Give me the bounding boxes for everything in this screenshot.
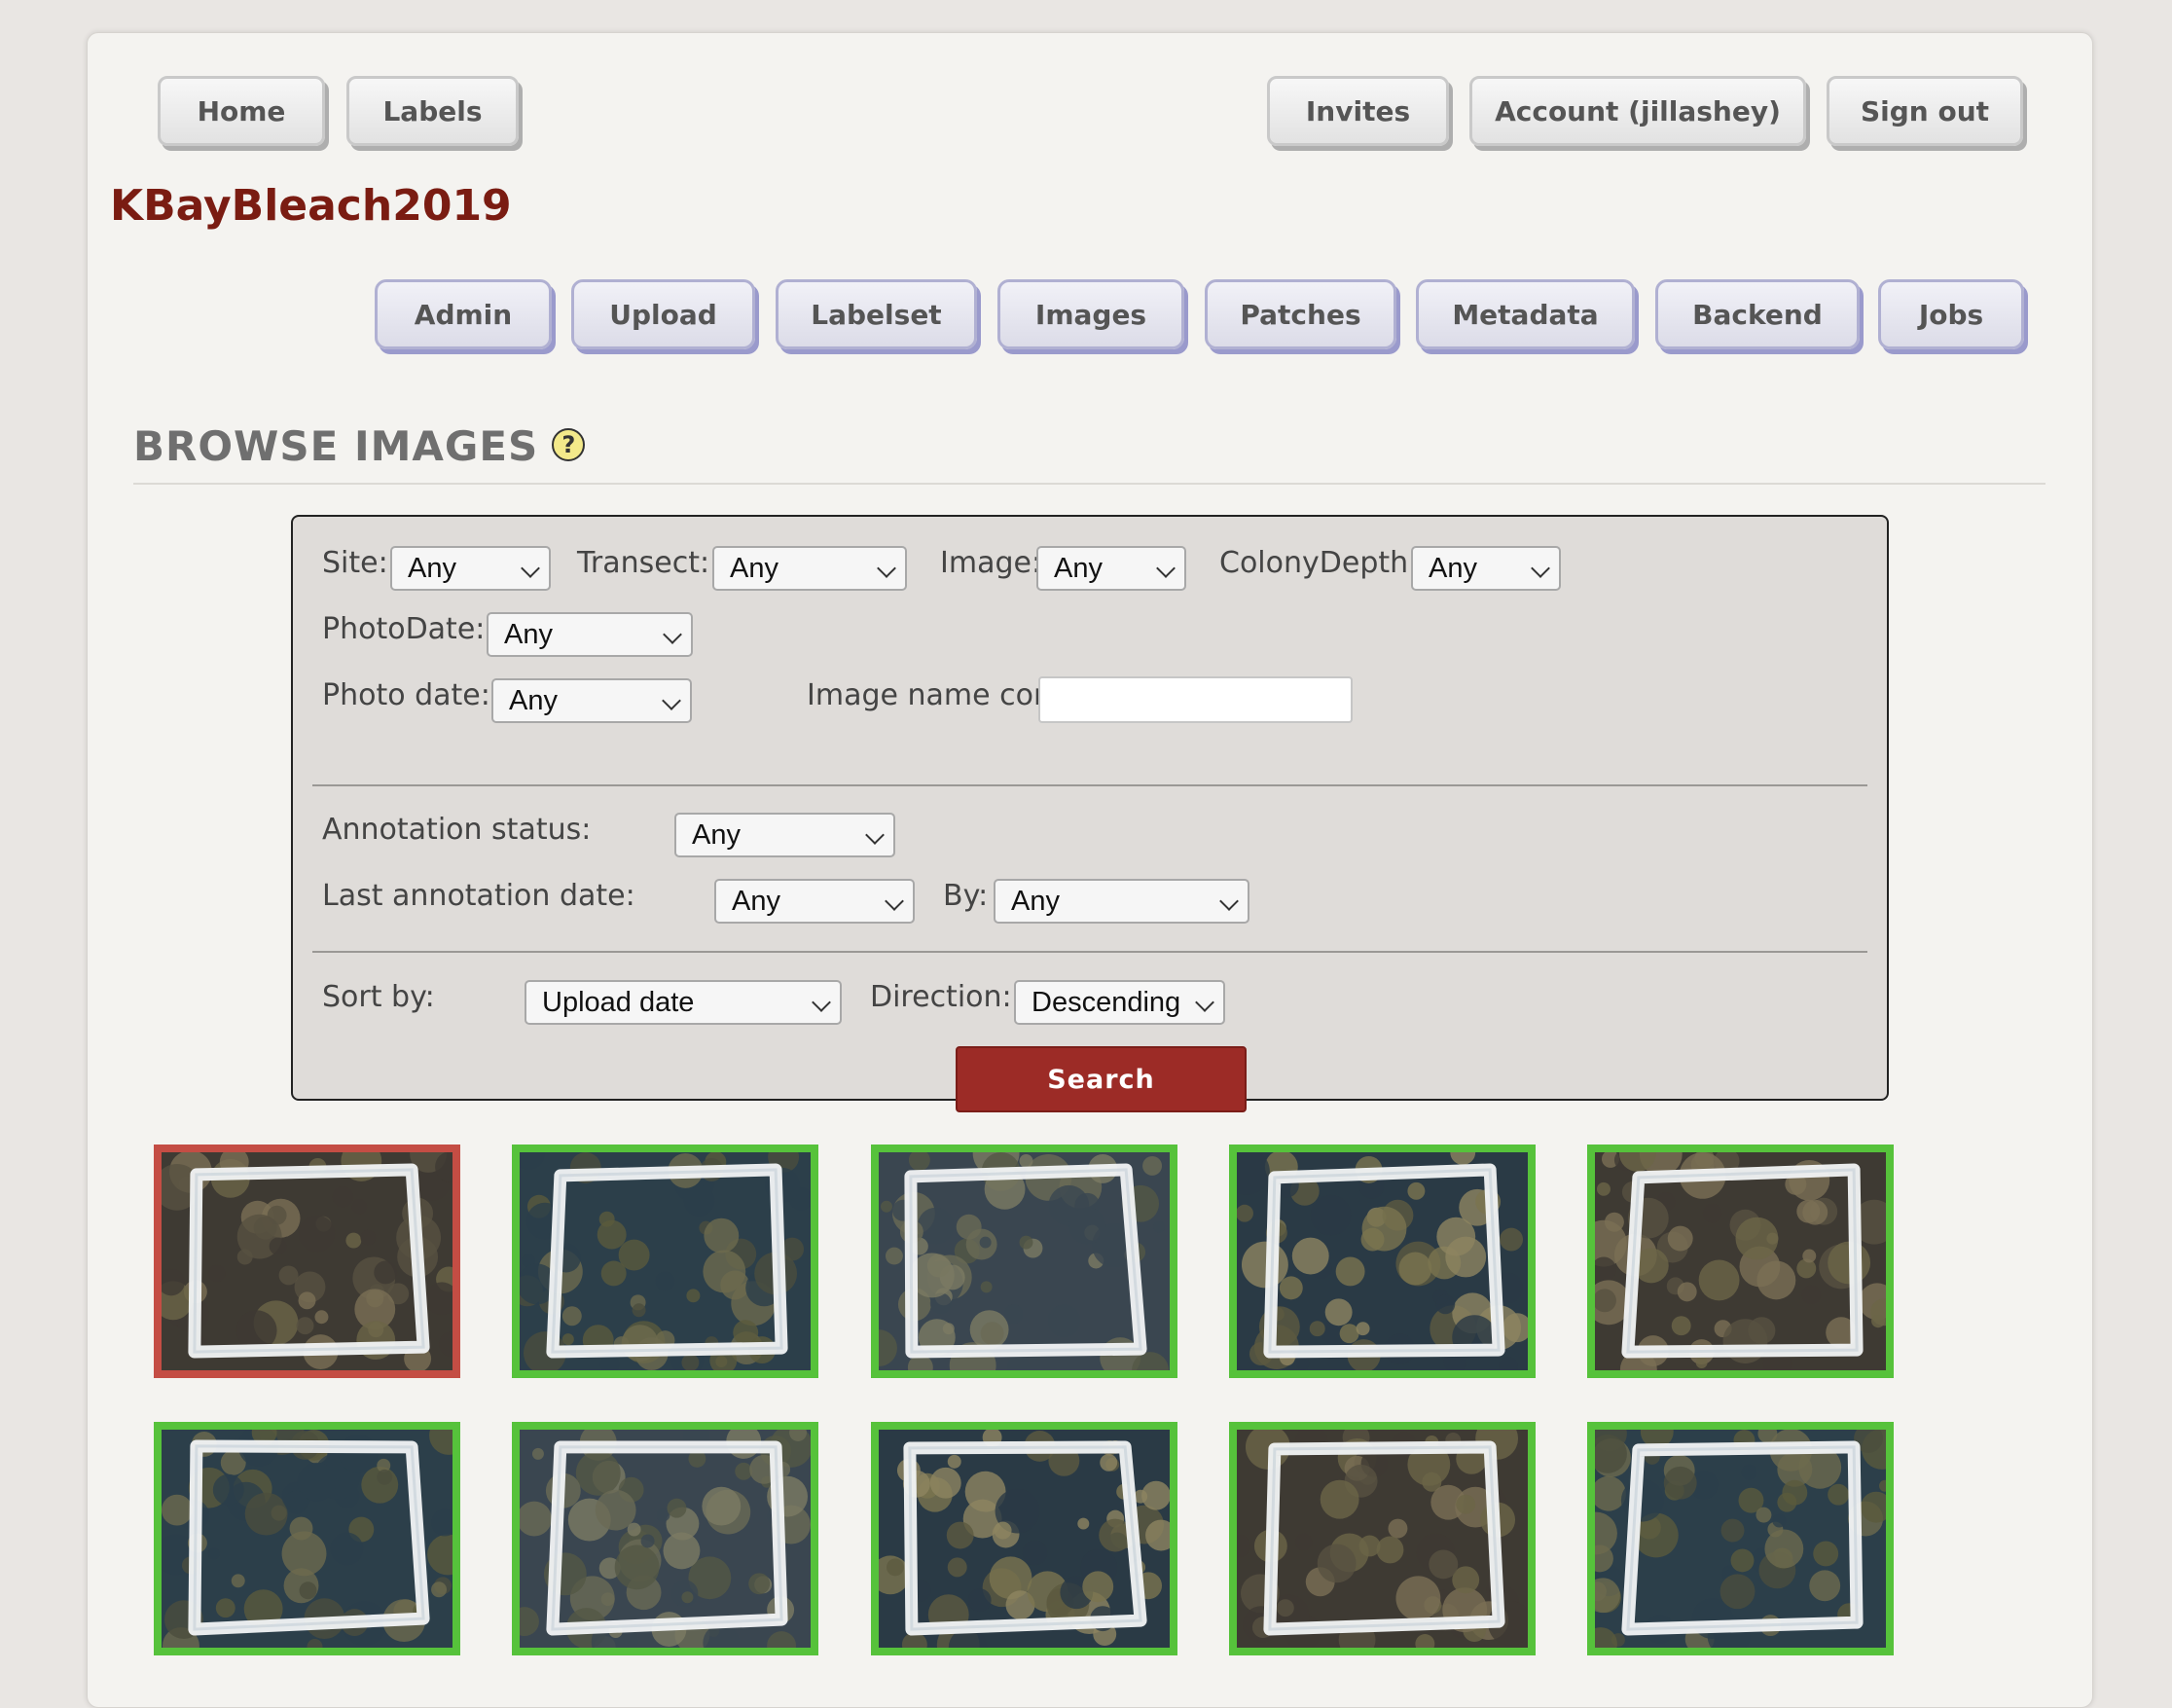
image-name-input[interactable] [1038,676,1353,723]
site-label: Site: [322,546,388,580]
last-annotation-date-label: Last annotation date: [322,879,635,913]
colony-depth-label: ColonyDepth: [1219,546,1419,580]
photo-date-select[interactable]: Any [491,678,692,723]
image-label: Image: [940,546,1042,580]
annotation-status-label: Annotation status: [322,813,592,847]
search-form: Site: Any Transect: Any Image: Any Colon… [291,515,1889,1112]
image-thumbnail[interactable] [871,1422,1177,1655]
image-thumbnail[interactable] [512,1422,818,1655]
invites-button[interactable]: Invites [1267,76,1449,146]
sort-by-select[interactable]: Upload date [525,980,842,1025]
page-heading: BROWSE IMAGES? [133,422,2045,485]
image-thumbnail[interactable] [154,1422,460,1655]
nav-jobs[interactable]: Jobs [1878,279,2024,349]
page-container: Home Labels Invites Account (jillashey) … [87,32,2093,1708]
chevron-down-icon [877,559,896,578]
divider [312,951,1867,953]
chevron-down-icon [663,625,682,644]
nav-patches[interactable]: Patches [1205,279,1396,349]
nav-metadata[interactable]: Metadata [1416,279,1635,349]
chevron-down-icon [662,691,681,710]
image-thumbnail[interactable] [1229,1145,1536,1378]
chevron-down-icon [812,993,831,1012]
image-thumbnail[interactable] [1587,1422,1894,1655]
nav-images[interactable]: Images [997,279,1184,349]
sort-by-label: Sort by: [322,980,435,1014]
chevron-down-icon [1156,559,1176,578]
image-thumbnail[interactable] [154,1145,460,1378]
nav-labelset[interactable]: Labelset [776,279,977,349]
account-button[interactable]: Account (jillashey) [1469,76,1806,146]
page-title: BROWSE IMAGES [133,422,539,470]
chevron-down-icon [1531,559,1550,578]
transect-select[interactable]: Any [712,546,907,591]
home-button[interactable]: Home [158,76,325,146]
image-thumbnail[interactable] [871,1145,1177,1378]
photodate-label: PhotoDate: [322,612,486,646]
direction-label: Direction: [870,980,1012,1014]
image-thumbnail[interactable] [512,1145,818,1378]
coral-photo [879,1152,1170,1370]
nav-upload[interactable]: Upload [571,279,755,349]
annotation-status-select[interactable]: Any [674,813,895,857]
image-thumbnail[interactable] [1229,1422,1536,1655]
site-select[interactable]: Any [390,546,551,591]
labels-button[interactable]: Labels [346,76,519,146]
image-select[interactable]: Any [1036,546,1186,591]
search-button[interactable]: Search [956,1046,1247,1112]
help-icon[interactable]: ? [552,428,586,461]
coral-photo [162,1430,452,1648]
chevron-down-icon [521,559,540,578]
coral-photo [1237,1430,1528,1648]
chevron-down-icon [865,825,885,845]
coral-photo [520,1430,811,1648]
photo-date-label: Photo date: [322,678,490,712]
coral-photo [1595,1152,1886,1370]
coral-photo [1595,1430,1886,1648]
transect-label: Transect: [577,546,710,580]
chevron-down-icon [1219,891,1239,911]
coral-photo [162,1152,452,1370]
coral-photo [879,1430,1170,1648]
source-title[interactable]: KBayBleach2019 [110,181,512,231]
last-annotation-date-select[interactable]: Any [714,879,915,924]
photodate-select[interactable]: Any [487,612,693,657]
divider [312,784,1867,786]
colony-depth-select[interactable]: Any [1411,546,1561,591]
coral-photo [1237,1152,1528,1370]
by-label: By: [943,879,989,913]
by-select[interactable]: Any [994,879,1249,924]
sign-out-button[interactable]: Sign out [1827,76,2023,146]
nav-backend[interactable]: Backend [1655,279,1860,349]
direction-select[interactable]: Descending [1014,980,1225,1025]
coral-photo [520,1152,811,1370]
chevron-down-icon [885,891,904,911]
nav-admin[interactable]: Admin [375,279,552,349]
image-thumbnail[interactable] [1587,1145,1894,1378]
chevron-down-icon [1195,993,1214,1012]
